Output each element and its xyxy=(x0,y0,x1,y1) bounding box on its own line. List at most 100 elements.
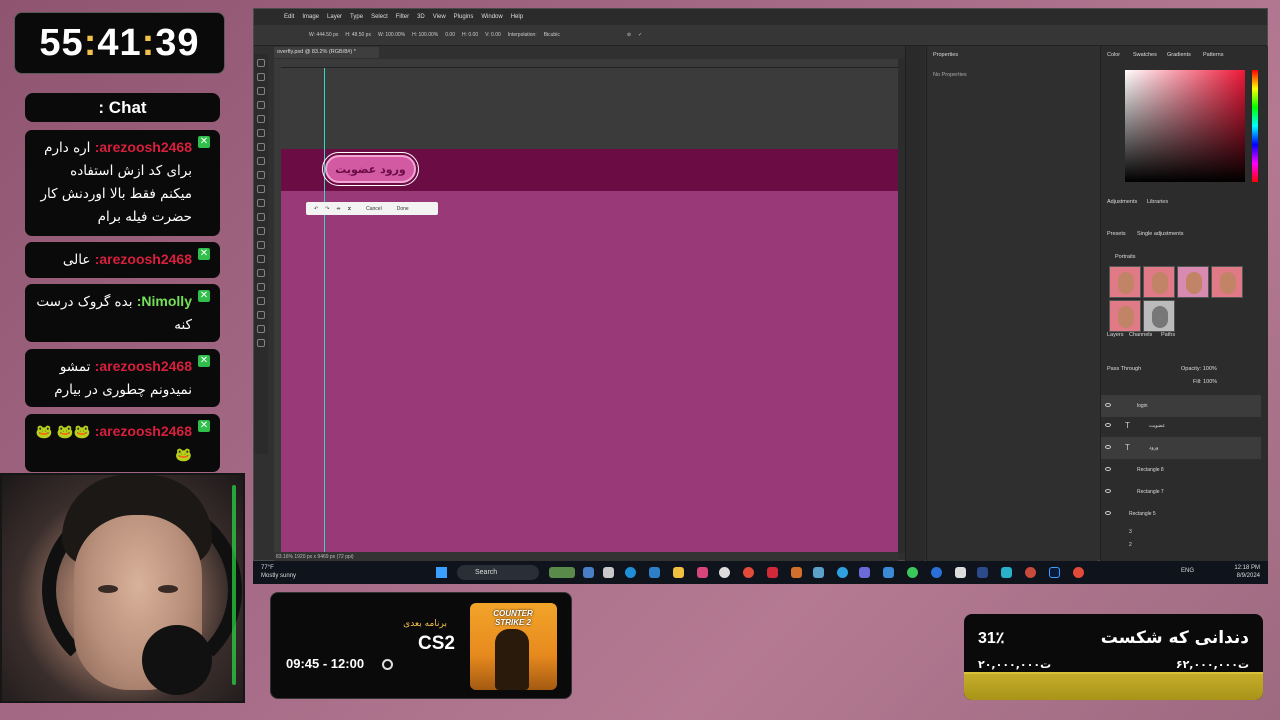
crop-tool-icon[interactable] xyxy=(257,115,265,123)
transform-cancel-button[interactable]: Cancel xyxy=(366,206,382,212)
visibility-eye-icon[interactable] xyxy=(1105,423,1111,427)
path-select-icon[interactable] xyxy=(257,297,265,305)
tab-libraries[interactable]: Libraries xyxy=(1147,199,1168,205)
option-skew-h[interactable]: H: 0.00 xyxy=(462,32,478,38)
cancel-transform-icon[interactable]: ⊘ xyxy=(627,32,631,38)
type-tool-icon[interactable] xyxy=(257,283,265,291)
blend-mode-select[interactable]: Pass Through xyxy=(1107,366,1141,372)
eraser-tool-icon[interactable] xyxy=(257,213,265,221)
fill-field[interactable]: Fill: 100% xyxy=(1193,379,1217,385)
layer-row[interactable]: Rectangle 8 xyxy=(1101,459,1261,481)
option-height[interactable]: H: 48.50 px xyxy=(345,32,371,38)
store-icon[interactable] xyxy=(649,567,660,578)
zoom-tool-icon[interactable] xyxy=(257,339,265,347)
app-icon[interactable] xyxy=(719,567,730,578)
menu-help[interactable]: Help xyxy=(511,14,523,20)
menu-type[interactable]: Type xyxy=(350,14,363,20)
commit-transform-icon[interactable]: ✓ xyxy=(638,32,642,38)
app-icon[interactable] xyxy=(907,567,918,578)
app-icon[interactable] xyxy=(813,567,824,578)
brush-tool-icon[interactable] xyxy=(257,171,265,179)
option-interp-select[interactable]: Bicubic xyxy=(544,32,560,38)
app-icon[interactable] xyxy=(859,567,870,578)
layer-row[interactable]: Rectangle 7 xyxy=(1101,481,1261,503)
app-icon[interactable] xyxy=(1025,567,1036,578)
notepad-icon[interactable] xyxy=(955,567,966,578)
layer-row[interactable]: T ورود xyxy=(1101,437,1261,459)
edge-icon[interactable] xyxy=(625,567,636,578)
portraits-group-label[interactable]: Portraits xyxy=(1115,254,1135,260)
tab-adjustments[interactable]: Adjustments xyxy=(1107,199,1137,205)
layer-row[interactable]: login xyxy=(1101,395,1261,417)
gradient-tool-icon[interactable] xyxy=(257,227,265,235)
tab-patterns[interactable]: Patterns xyxy=(1203,52,1223,58)
preset-thumbnail[interactable] xyxy=(1143,266,1175,298)
menu-plugins[interactable]: Plugins xyxy=(454,14,474,20)
tab-gradients[interactable]: Gradients xyxy=(1167,52,1191,58)
heal-tool-icon[interactable] xyxy=(257,157,265,165)
task-view-icon[interactable] xyxy=(583,567,594,578)
file-icon[interactable] xyxy=(603,567,614,578)
canvas-pasteboard[interactable] xyxy=(281,68,898,149)
eyedropper-tool-icon[interactable] xyxy=(257,143,265,151)
visibility-eye-icon[interactable] xyxy=(1105,467,1111,471)
app-icon[interactable] xyxy=(883,567,894,578)
tab-presets[interactable]: Presets xyxy=(1107,231,1126,237)
tab-layers[interactable]: Layers xyxy=(1107,332,1124,338)
tab-channels[interactable]: Channels xyxy=(1129,332,1152,338)
system-clock[interactable]: 12:18 PM 8/9/2024 xyxy=(1234,564,1260,580)
windows-start-icon[interactable] xyxy=(436,567,447,578)
menu-view[interactable]: View xyxy=(433,14,446,20)
move-tool-icon[interactable] xyxy=(257,59,265,67)
menu-select[interactable]: Select xyxy=(371,14,388,20)
transform-done-button[interactable]: Done xyxy=(397,206,409,212)
chrome-icon[interactable] xyxy=(1073,567,1084,578)
preset-thumbnail[interactable] xyxy=(1211,266,1243,298)
tab-swatches[interactable]: Swatches xyxy=(1133,52,1157,58)
visibility-eye-icon[interactable] xyxy=(1105,489,1111,493)
taskbar-search[interactable]: Search xyxy=(457,565,539,580)
app-icon[interactable] xyxy=(697,567,708,578)
option-width[interactable]: W: 444.50 px xyxy=(309,32,338,38)
layer-row[interactable]: 2 xyxy=(1101,534,1261,556)
frame-tool-icon[interactable] xyxy=(257,129,265,137)
warp-icon[interactable]: ⧖ xyxy=(348,206,352,212)
menu-filter[interactable]: Filter xyxy=(396,14,409,20)
blur-tool-icon[interactable] xyxy=(257,241,265,249)
canvas-body[interactable] xyxy=(281,191,898,553)
app-icon[interactable] xyxy=(931,567,942,578)
opacity-field[interactable]: Opacity: 100% xyxy=(1181,366,1217,372)
option-scale-h[interactable]: H: 100.00% xyxy=(412,32,438,38)
canvas-guide[interactable] xyxy=(324,68,325,553)
preset-thumbnail[interactable] xyxy=(1143,300,1175,332)
visibility-eye-icon[interactable] xyxy=(1105,403,1111,407)
layer-row[interactable]: T عضویت xyxy=(1101,415,1261,437)
app-icon[interactable] xyxy=(1001,567,1012,578)
wand-tool-icon[interactable] xyxy=(257,101,265,109)
tab-single-adjustments[interactable]: Single adjustments xyxy=(1137,231,1183,237)
photoshop-window[interactable]: Edit Image Layer Type Select Filter 3D V… xyxy=(253,8,1268,562)
lasso-tool-icon[interactable] xyxy=(257,87,265,95)
preset-thumbnail[interactable] xyxy=(1177,266,1209,298)
telegram-icon[interactable] xyxy=(837,567,848,578)
chrome-icon[interactable] xyxy=(743,567,754,578)
menu-edit[interactable]: Edit xyxy=(284,14,294,20)
photoshop-taskbar-icon[interactable] xyxy=(1049,567,1060,578)
widgets-icon[interactable] xyxy=(549,567,575,578)
language-indicator[interactable]: ENG xyxy=(1181,568,1194,574)
visibility-eye-icon[interactable] xyxy=(1105,511,1111,515)
hue-slider[interactable] xyxy=(1252,70,1258,182)
tab-paths[interactable]: Paths xyxy=(1161,332,1175,338)
pen-tool-icon[interactable] xyxy=(257,269,265,277)
explorer-icon[interactable] xyxy=(673,567,684,578)
option-scale-w[interactable]: W: 100.00% xyxy=(378,32,405,38)
marquee-tool-icon[interactable] xyxy=(257,73,265,81)
color-picker-field[interactable] xyxy=(1125,70,1245,182)
flip-icon[interactable]: ⇹ xyxy=(336,206,340,212)
hand-tool-icon[interactable] xyxy=(257,325,265,333)
undo-icon[interactable]: ↶ xyxy=(314,206,318,212)
app-icon[interactable] xyxy=(791,567,802,578)
menu-image[interactable]: Image xyxy=(302,14,319,20)
stamp-tool-icon[interactable] xyxy=(257,185,265,193)
tab-color[interactable]: Color xyxy=(1107,52,1120,58)
